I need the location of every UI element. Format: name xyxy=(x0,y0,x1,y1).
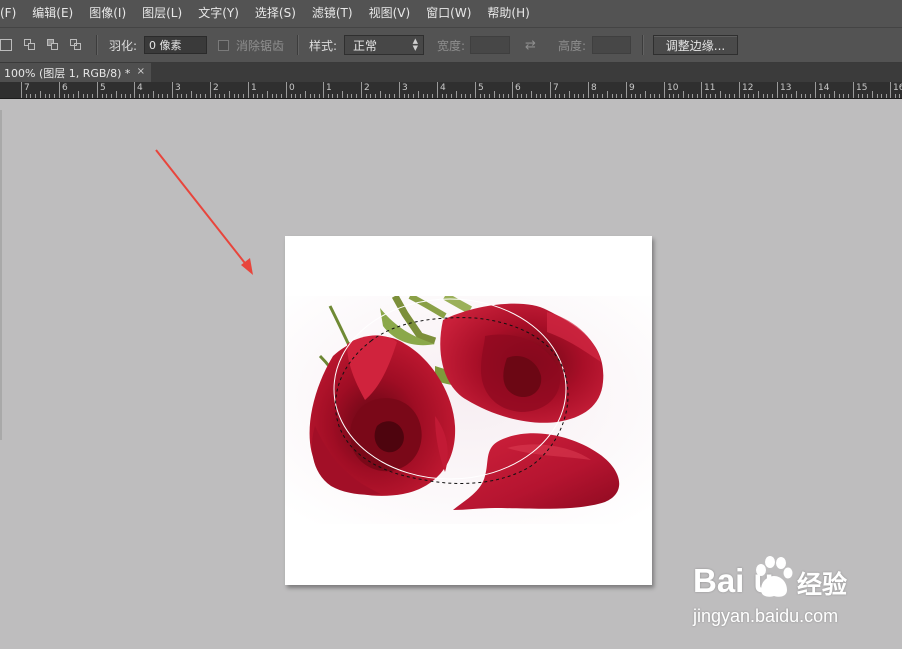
rose-photo xyxy=(285,296,652,524)
watermark-jingyan: 经验 xyxy=(797,570,848,599)
watermark-url: jingyan.baidu.com xyxy=(693,606,839,626)
paw-icon xyxy=(756,556,793,597)
baidu-watermark: Bai u 经验 jingyan.baidu.com xyxy=(693,556,863,632)
